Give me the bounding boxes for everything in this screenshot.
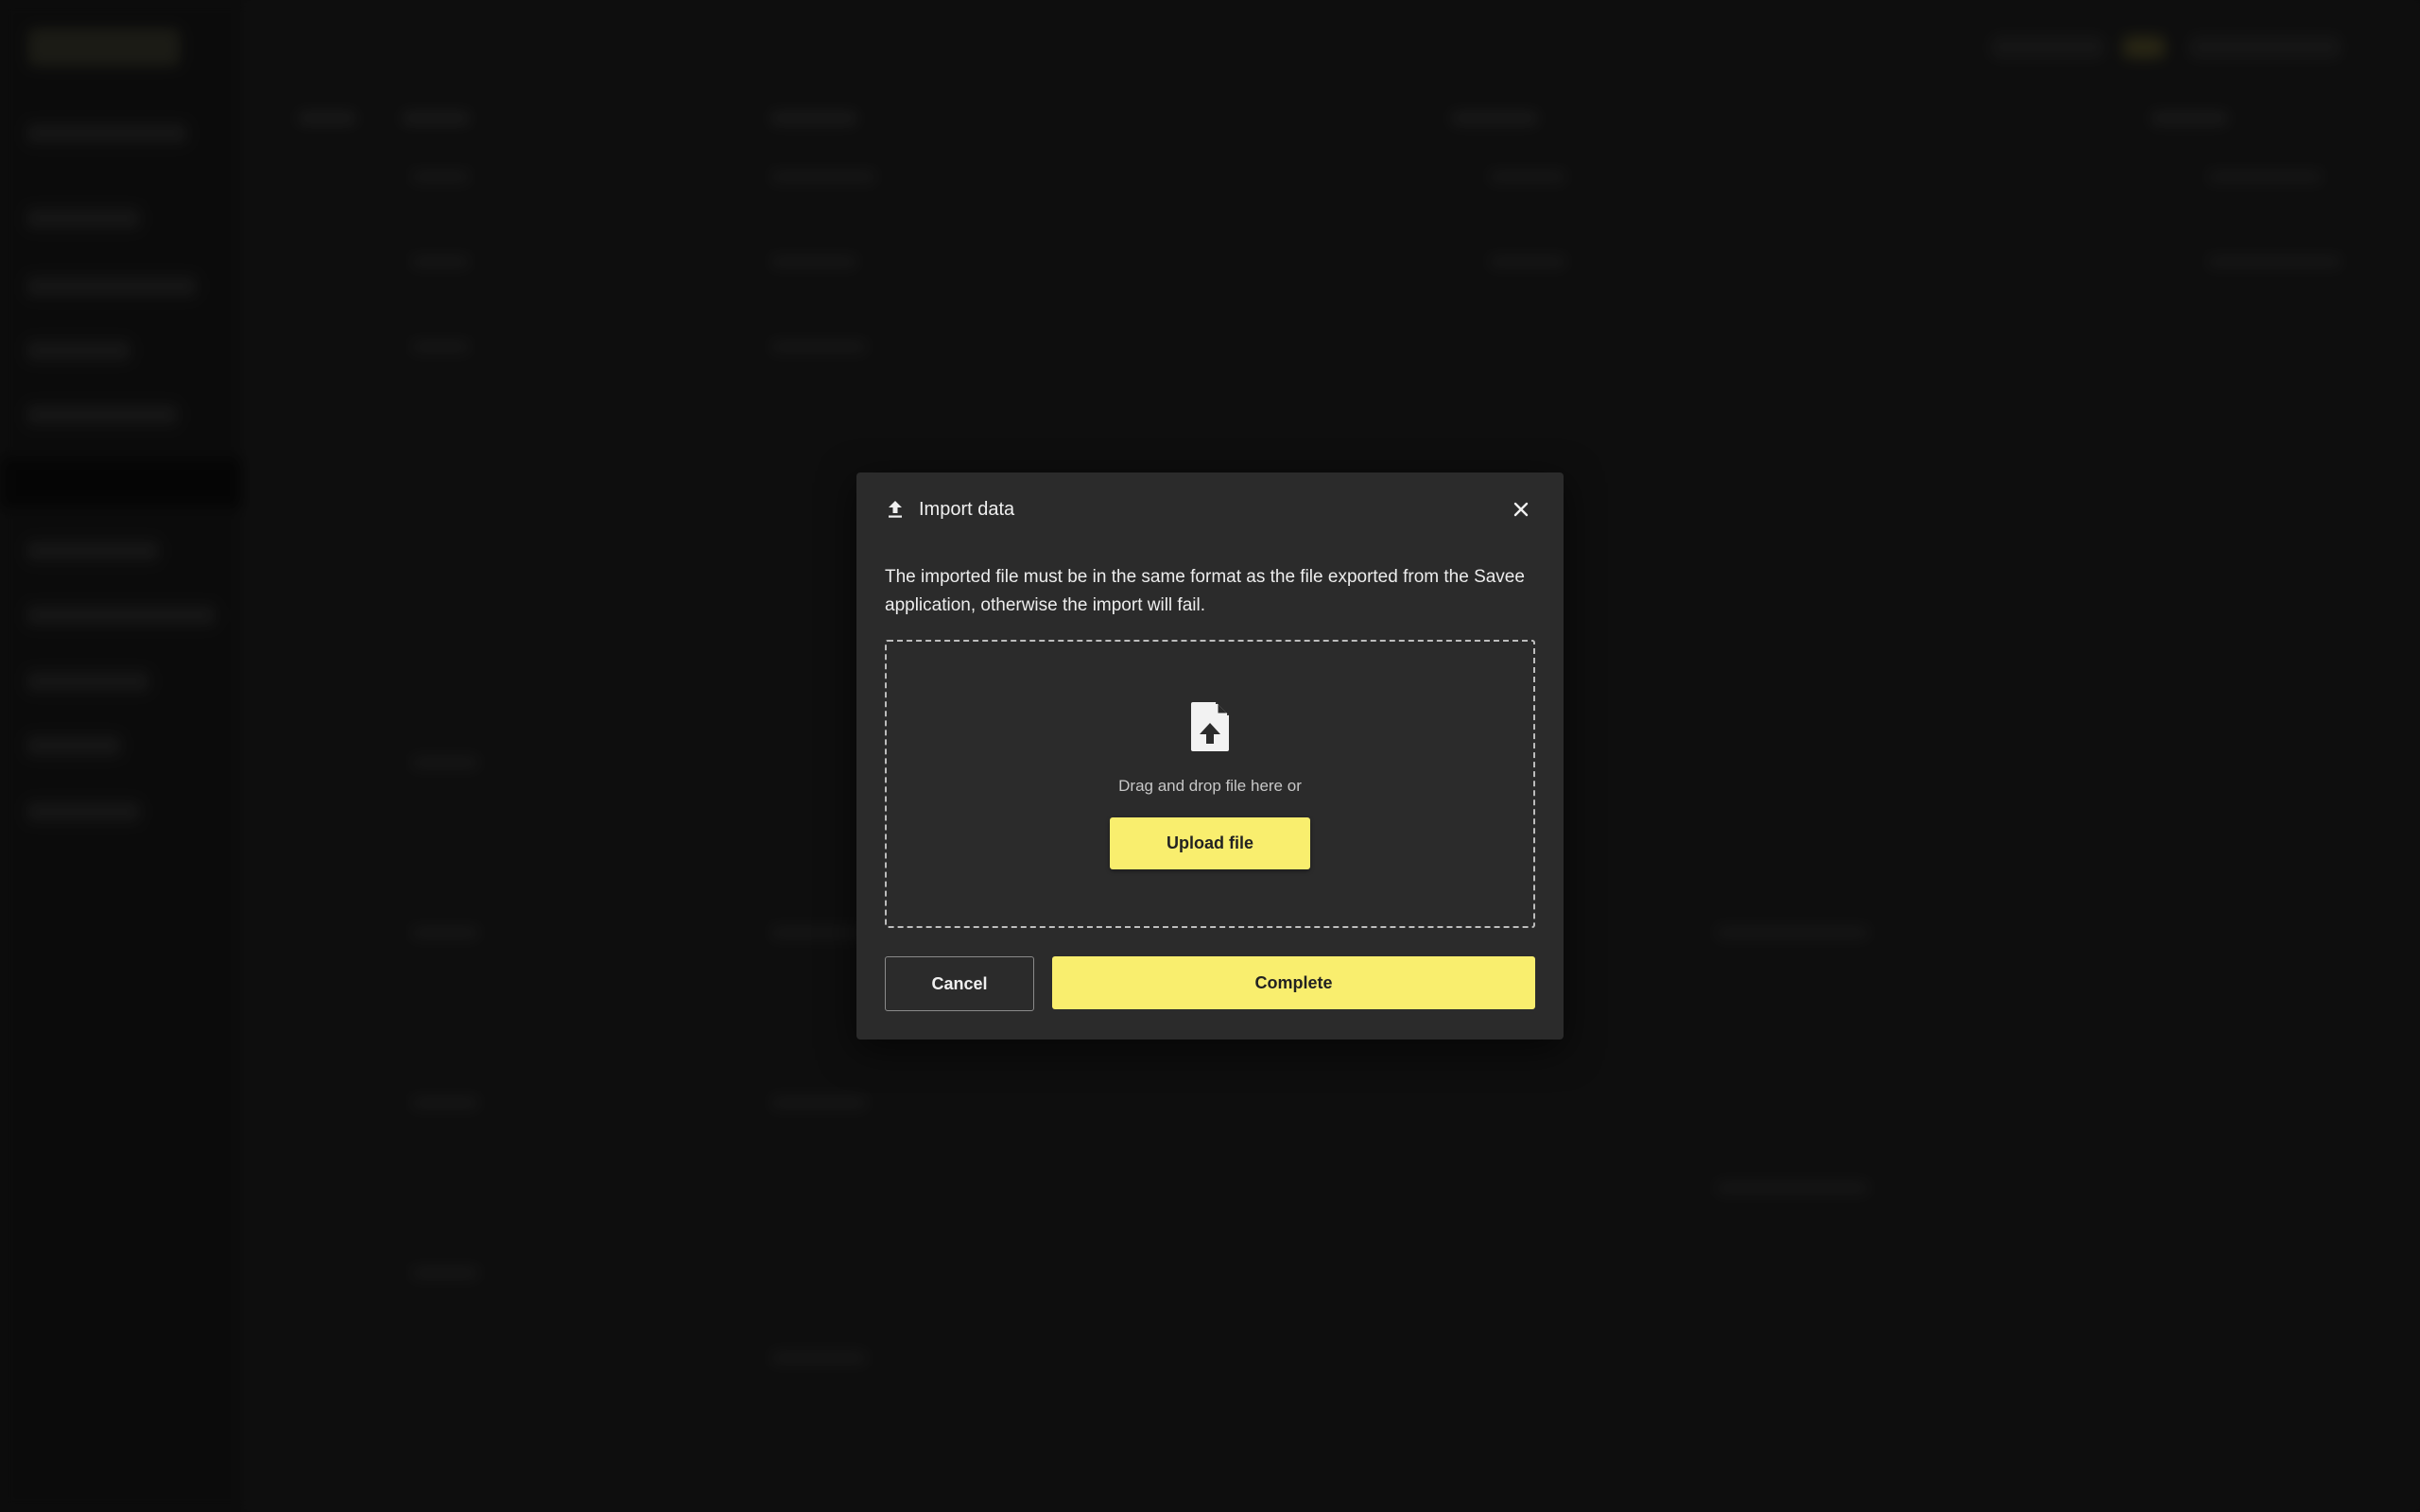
dropzone-text: Drag and drop file here or	[1118, 777, 1302, 795]
file-upload-icon	[1187, 700, 1233, 753]
dialog-header: Import data	[885, 495, 1535, 524]
upload-icon	[885, 499, 906, 520]
close-button[interactable]	[1507, 495, 1535, 524]
cancel-button[interactable]: Cancel	[885, 956, 1034, 1011]
dialog-title: Import data	[919, 498, 1015, 520]
upload-file-button[interactable]: Upload file	[1110, 817, 1310, 869]
import-data-dialog: Import data The imported file must be in…	[856, 472, 1564, 1040]
dialog-description: The imported file must be in the same fo…	[885, 567, 1525, 615]
complete-button[interactable]: Complete	[1052, 956, 1535, 1009]
close-icon	[1512, 501, 1530, 518]
file-dropzone[interactable]: Drag and drop file here or Upload file	[885, 640, 1535, 928]
